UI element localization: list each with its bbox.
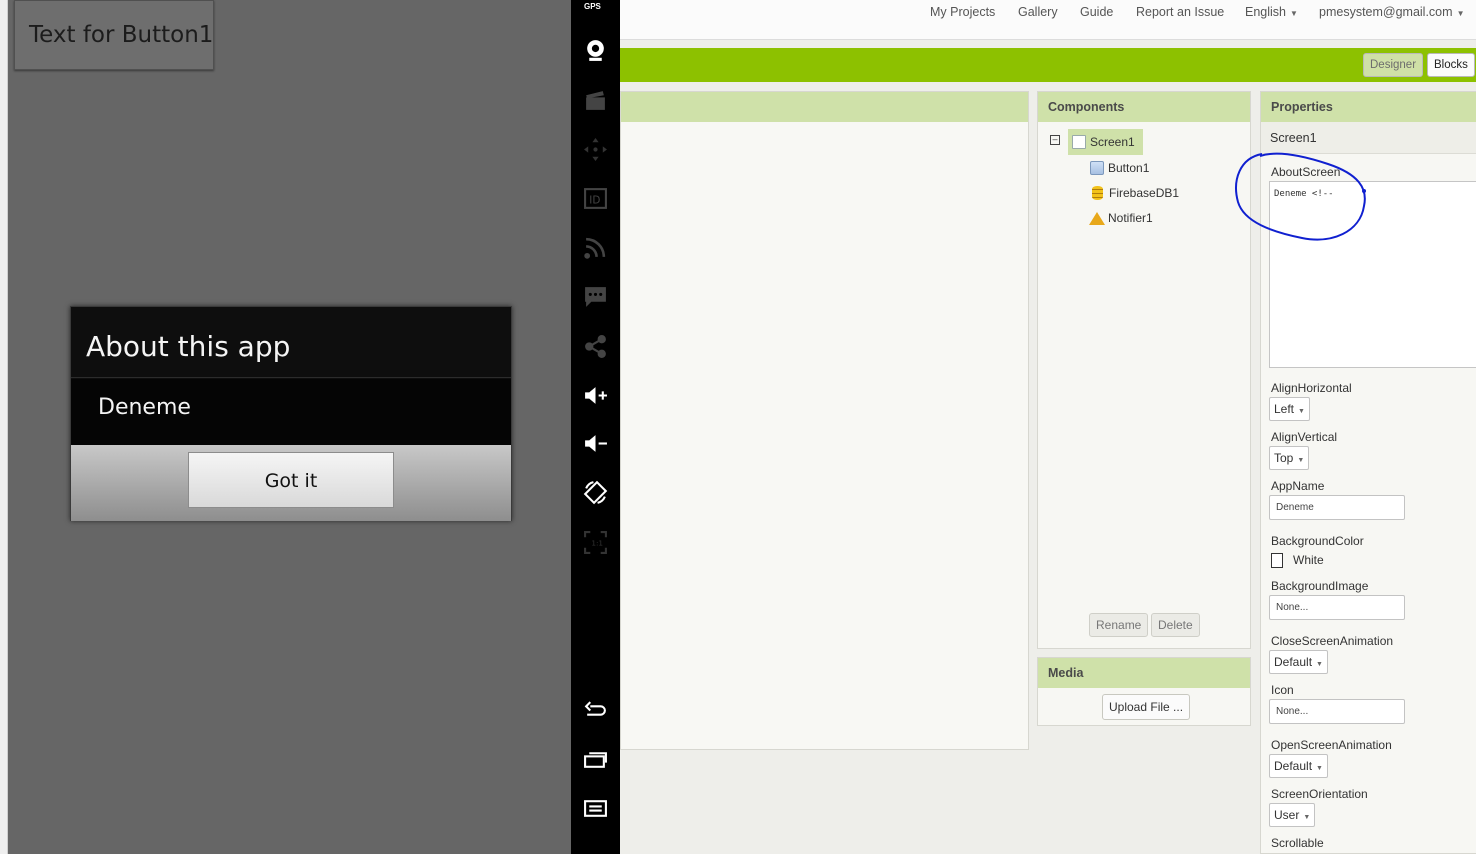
volume-up-icon[interactable] [583,383,608,408]
nav-my-projects[interactable]: My Projects [930,5,995,19]
viewer-panel [620,91,1029,750]
svg-text:1:1: 1:1 [591,539,603,548]
app-name-label: AppName [1271,479,1325,493]
align-vertical-label: AlignVertical [1271,430,1338,444]
webcam-icon[interactable] [583,38,608,63]
background-image-label: BackgroundImage [1271,579,1369,593]
database-icon [1092,186,1103,200]
icon-input[interactable]: None... [1269,699,1405,724]
dialog-message: Deneme [71,379,511,445]
dialog-title: About this app [71,307,511,378]
upload-file-button[interactable]: Upload File ... [1102,694,1191,720]
menu-icon[interactable] [583,796,608,821]
align-vertical-value: Top [1274,451,1294,465]
media-title: Media [1038,658,1250,688]
close-screen-animation-dropdown[interactable]: Default ▼ [1269,650,1328,674]
dpad-icon[interactable] [583,137,608,162]
chevron-down-icon: ▼ [1456,9,1465,18]
icon-label: Icon [1271,683,1294,697]
scrollable-label: Scrollable [1271,836,1324,850]
top-navigation: My Projects Gallery Guide Report an Issu… [620,0,1476,40]
emulator-frame-edge [0,0,8,854]
background-color-label: BackgroundColor [1271,534,1364,548]
rename-button[interactable]: Rename [1089,613,1149,637]
chevron-down-icon: ▼ [1297,457,1305,464]
button-icon [1090,161,1104,175]
chevron-down-icon: ▼ [1290,9,1298,18]
scale-icon[interactable]: 1:1 [583,530,608,555]
screen-orientation-value: User [1274,808,1300,822]
recent-apps-icon[interactable] [583,747,608,772]
designer-button[interactable]: Designer [1363,53,1424,77]
nav-language-dropdown[interactable]: English ▼ [1245,5,1298,19]
align-horizontal-label: AlignHorizontal [1271,381,1352,395]
tree-item-label: FirebaseDB1 [1109,186,1180,200]
back-icon[interactable] [583,698,608,723]
warning-icon [1089,211,1105,225]
properties-title: Properties [1261,92,1476,122]
id-icon[interactable]: ID [583,186,608,211]
nav-language-label: English [1245,5,1286,19]
rotate-icon[interactable] [583,480,608,505]
viewer-header [621,92,1028,122]
tree-item-label: Notifier1 [1108,211,1153,225]
emulator-screen: Text for Button1 About this app Deneme G… [8,0,571,854]
screen-icon [1072,135,1086,149]
collapse-icon[interactable]: – [1050,135,1060,145]
tree-item-label: Button1 [1108,161,1150,175]
volume-down-icon[interactable] [583,431,608,456]
tree-item-button1[interactable]: Button1 [1090,157,1149,179]
nav-account-label: pmesystem@gmail.com [1319,5,1453,19]
components-title: Components [1038,92,1250,122]
align-vertical-dropdown[interactable]: Top ▼ [1269,446,1310,470]
dialog-button-bar: Got it [71,445,511,521]
color-swatch[interactable] [1271,553,1283,568]
nav-guide[interactable]: Guide [1080,5,1113,19]
about-dialog: About this app Deneme Got it [70,306,512,521]
align-horizontal-value: Left [1274,402,1295,416]
background-color-value[interactable]: White [1293,553,1324,567]
nav-account-dropdown[interactable]: pmesystem@gmail.com ▼ [1319,5,1464,19]
got-it-button[interactable]: Got it [188,452,394,508]
media-panel: Media Upload File ... [1037,657,1251,726]
share-icon[interactable] [583,334,608,359]
annotation-circle [1235,152,1366,241]
app-name-input[interactable]: Deneme [1269,495,1405,520]
delete-button[interactable]: Delete [1151,613,1200,637]
chevron-down-icon: ▼ [1303,814,1311,821]
rss-icon[interactable] [583,235,608,260]
project-toolbar [620,48,1476,82]
close-screen-animation-value: Default [1274,655,1313,669]
screen-orientation-label: ScreenOrientation [1271,787,1368,801]
chevron-down-icon: ▼ [1298,408,1305,415]
open-screen-animation-dropdown[interactable]: Default ▼ [1269,754,1328,778]
nav-report-issue[interactable]: Report an Issue [1136,5,1224,19]
gps-button[interactable]: GPS [584,2,601,11]
tree-item-label: Screen1 [1090,135,1135,149]
nav-gallery[interactable]: Gallery [1018,5,1058,19]
components-panel: Components – Screen1 Button1 FirebaseDB1… [1037,91,1251,649]
close-screen-animation-label: CloseScreenAnimation [1271,634,1394,648]
open-screen-animation-label: OpenScreenAnimation [1271,738,1392,752]
camera-clapper-icon[interactable] [583,88,608,113]
app-button1[interactable]: Text for Button1 [14,0,214,70]
sms-icon[interactable] [583,284,608,309]
svg-text:ID: ID [589,195,600,207]
align-horizontal-dropdown[interactable]: Left ▼ [1269,397,1310,421]
tree-item-firebasedb1[interactable]: FirebaseDB1 [1092,182,1179,204]
blocks-button[interactable]: Blocks [1427,53,1475,77]
tree-item-notifier1[interactable]: Notifier1 [1089,207,1153,229]
chevron-down-icon: ▼ [1316,765,1323,772]
background-image-input[interactable]: None... [1269,595,1405,620]
emulator-sidebar: GPS ID 1:1 [571,0,620,854]
screen-orientation-dropdown[interactable]: User ▼ [1269,803,1316,827]
chevron-down-icon: ▼ [1316,661,1323,668]
tree-item-screen1[interactable]: Screen1 [1068,129,1143,155]
open-screen-animation-value: Default [1274,759,1313,773]
